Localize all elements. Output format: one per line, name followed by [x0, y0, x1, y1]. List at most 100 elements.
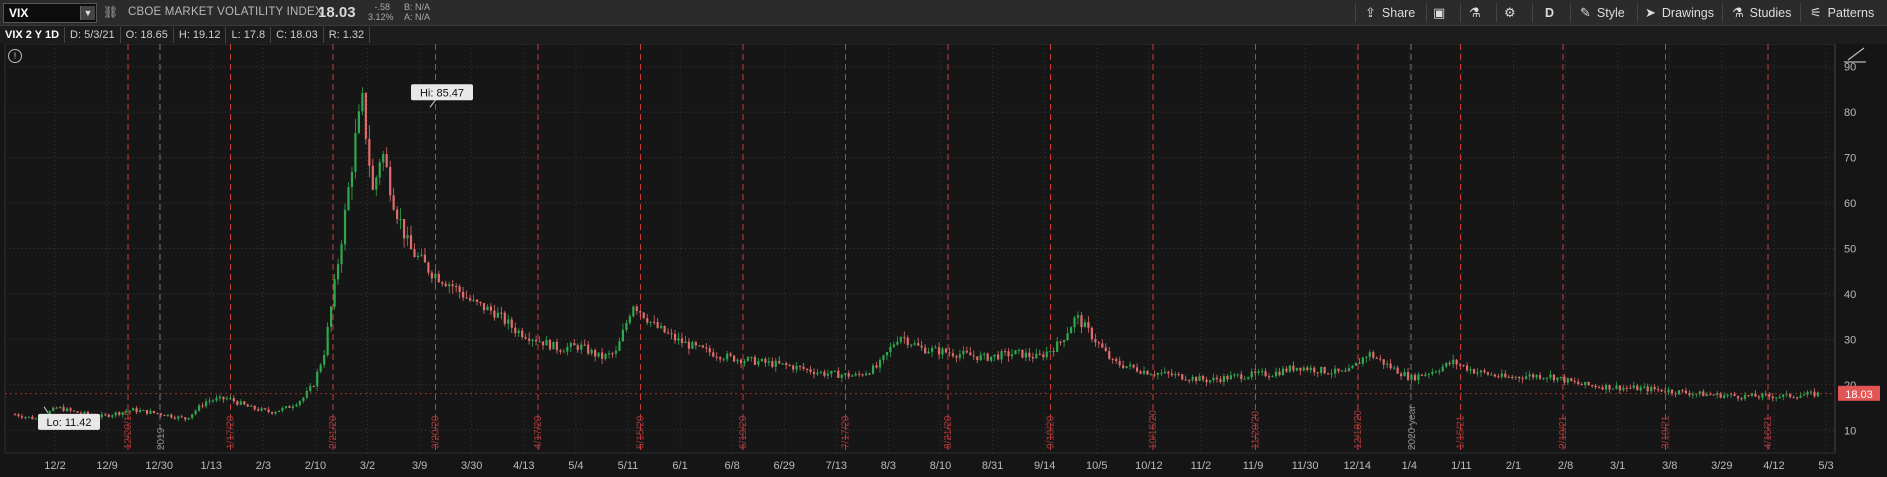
candle-body [336, 264, 340, 280]
style-button[interactable]: ✎ Style [1580, 0, 1625, 25]
candle-body [854, 373, 857, 376]
candle-body [1406, 372, 1410, 380]
candle-body [208, 400, 211, 402]
candle-body [861, 374, 864, 376]
candle-body [545, 339, 548, 346]
candle-body [1723, 395, 1726, 398]
candle-body [149, 410, 152, 414]
candle-body [844, 373, 847, 375]
candle-body [1340, 370, 1344, 372]
candle-body [132, 408, 135, 411]
chevron-down-icon[interactable]: ▼ [80, 6, 95, 20]
candle-body [1271, 376, 1274, 378]
symbol-input[interactable]: VIX [4, 6, 80, 20]
candle-body [1570, 378, 1573, 382]
candle-body [983, 353, 986, 355]
candle-body [715, 356, 718, 358]
candle-body [343, 209, 347, 245]
candle-body [1320, 367, 1323, 373]
info-icon[interactable]: ! [8, 49, 22, 63]
candle-body [1309, 367, 1312, 371]
link-icon[interactable]: ⛓ [103, 5, 118, 20]
candle-body [1267, 376, 1271, 378]
candle-body [222, 396, 225, 400]
candle-body [868, 373, 871, 375]
candle-body [1351, 365, 1354, 369]
index-name: CBOE MARKET VOLATILITY INDEX [128, 6, 323, 18]
flask-icon: ⚗ [1469, 4, 1481, 20]
x-tick-label: 2/1 [1506, 460, 1521, 472]
candle-body [785, 363, 788, 366]
candle-body [600, 352, 604, 359]
candle-body [917, 343, 920, 346]
chart-toolbar: VIX ▼ ⛓ CBOE MARKET VOLATILITY INDEX 18.… [0, 0, 1887, 26]
candle-body [1556, 377, 1559, 381]
candle-body [107, 414, 110, 417]
candle-body [1462, 364, 1465, 366]
candle-body [1285, 368, 1288, 372]
x-tick-label: 9/14 [1034, 460, 1055, 472]
candle-body [448, 284, 451, 287]
candle-body [670, 333, 673, 335]
candle-body [1427, 373, 1430, 375]
candle-body [1347, 368, 1351, 372]
candle-body [1455, 359, 1458, 365]
event-date-label: 10/16/20 [1148, 410, 1159, 449]
candle-body [316, 371, 319, 387]
candle-body [1111, 358, 1114, 360]
candle-body [1573, 381, 1576, 383]
candle-body [594, 349, 597, 357]
candle-body [218, 396, 222, 399]
candle-body [1056, 341, 1059, 352]
candle-body [1215, 377, 1219, 380]
candle-body [1066, 333, 1069, 341]
x-tick-label: 8/10 [930, 460, 951, 472]
candle-body [611, 353, 614, 355]
candle-body [1424, 374, 1427, 376]
candle-body [1504, 373, 1507, 378]
thinkscript-button[interactable]: ⚗ [1469, 0, 1487, 25]
candle-body [1003, 351, 1007, 353]
candle-body [1181, 374, 1184, 380]
candle-body [736, 359, 739, 362]
candle-body [475, 299, 479, 302]
candle-body [1549, 374, 1552, 378]
candlestick-chart[interactable]: 10203040506070809012/212/912/301/132/32/… [0, 43, 1887, 474]
candle-body [882, 355, 885, 361]
studies-button[interactable]: ⚗ Studies [1732, 0, 1791, 25]
candle-body [1667, 389, 1670, 393]
candle-body [1399, 373, 1403, 377]
candle-body [913, 343, 916, 345]
candle-body [180, 416, 183, 418]
divider [1355, 3, 1356, 22]
candle-body [1472, 369, 1476, 374]
candle-body [1802, 394, 1806, 396]
candle-body [1514, 376, 1517, 378]
timeframe-button[interactable]: D [1545, 0, 1554, 25]
price-chart[interactable]: 10203040506070809012/212/912/301/132/32/… [0, 43, 1887, 474]
style-label: Style [1596, 5, 1625, 20]
candle-body [396, 209, 399, 220]
x-tick-label: 8/3 [881, 460, 896, 472]
candle-body [145, 409, 149, 414]
candle-body [1313, 367, 1316, 373]
candle-body [472, 299, 475, 301]
candle-body [691, 342, 694, 349]
share-button[interactable]: ⇪ Share [1365, 0, 1415, 25]
candle-body [708, 348, 711, 353]
candle-body [1438, 371, 1441, 373]
candle-body [757, 361, 760, 365]
candle-body [389, 166, 392, 196]
candle-body [660, 325, 663, 328]
candle-body [1757, 396, 1760, 398]
candle-body [392, 195, 395, 210]
chart-title[interactable]: VIX 2 Y 1D [0, 27, 66, 43]
candle-body [958, 354, 961, 358]
patterns-button[interactable]: ⚟ Patterns [1810, 0, 1874, 25]
divider [1570, 3, 1571, 22]
flexible-grid-button[interactable]: ▣ [1433, 0, 1451, 25]
drawings-button[interactable]: ➤ Drawings [1645, 0, 1714, 25]
symbol-selector[interactable]: VIX ▼ [3, 3, 97, 23]
candle-body [1733, 394, 1736, 396]
settings-button[interactable]: ⚙ [1504, 0, 1522, 25]
